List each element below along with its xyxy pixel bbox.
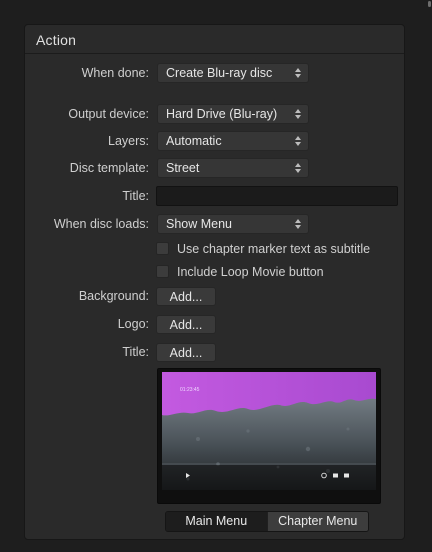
- window-corner-marker: [428, 1, 431, 7]
- popup-arrows-icon: [295, 219, 301, 229]
- when-done-label: When done:: [81, 66, 149, 80]
- section-title: Action: [36, 32, 77, 48]
- output-device-popup[interactable]: Hard Drive (Blu-ray): [157, 104, 309, 124]
- logo-label: Logo:: [117, 317, 149, 331]
- disc-template-popup[interactable]: Street: [157, 158, 309, 178]
- popup-arrows-icon: [295, 68, 301, 78]
- output-device-value: Hard Drive (Blu-ray): [166, 107, 278, 121]
- layers-popup[interactable]: Automatic: [157, 131, 309, 151]
- chapter-marker-option[interactable]: Use chapter marker text as subtitle: [156, 242, 370, 256]
- chapters-icon: [333, 473, 338, 478]
- layers-value: Automatic: [166, 134, 222, 148]
- logo-add-button[interactable]: Add...: [156, 315, 216, 334]
- background-add-button[interactable]: Add...: [156, 287, 216, 306]
- title-asset-label: Title:: [122, 345, 149, 359]
- when-disc-loads-label: When disc loads:: [53, 217, 149, 231]
- loop-movie-checkbox[interactable]: [156, 265, 169, 278]
- popup-arrows-icon: [295, 163, 301, 173]
- background-label: Background:: [78, 289, 149, 303]
- chapter-marker-checkbox[interactable]: [156, 242, 169, 255]
- popup-arrows-icon: [295, 109, 301, 119]
- menu-preview-image: 01:23:45: [162, 372, 376, 490]
- menu-preview: 01:23:45: [157, 368, 381, 504]
- loop-movie-option[interactable]: Include Loop Movie button: [156, 265, 324, 279]
- action-panel: Action When done: Create Blu-ray disc Ou…: [24, 24, 405, 540]
- settings-icon: [344, 473, 349, 478]
- disc-template-label: Disc template:: [69, 161, 149, 175]
- preview-timecode: 01:23:45: [180, 387, 200, 393]
- loop-movie-label: Include Loop Movie button: [177, 265, 324, 279]
- layers-label: Layers:: [108, 134, 149, 148]
- title-add-button[interactable]: Add...: [156, 343, 216, 362]
- title-input[interactable]: [156, 186, 398, 206]
- menu-segmented-control: Main Menu Chapter Menu: [165, 511, 369, 532]
- chapter-menu-tab[interactable]: Chapter Menu: [266, 512, 368, 531]
- popup-arrows-icon: [295, 136, 301, 146]
- when-disc-loads-value: Show Menu: [166, 217, 233, 231]
- chapter-marker-label: Use chapter marker text as subtitle: [177, 242, 371, 256]
- output-device-label: Output device:: [68, 107, 149, 121]
- section-divider: [25, 53, 404, 54]
- when-done-popup[interactable]: Create Blu-ray disc: [157, 63, 309, 83]
- disc-template-value: Street: [166, 161, 200, 175]
- when-disc-loads-popup[interactable]: Show Menu: [157, 214, 309, 234]
- when-done-value: Create Blu-ray disc: [166, 66, 273, 80]
- main-menu-tab[interactable]: Main Menu: [166, 512, 267, 531]
- title-field-label: Title:: [122, 189, 149, 203]
